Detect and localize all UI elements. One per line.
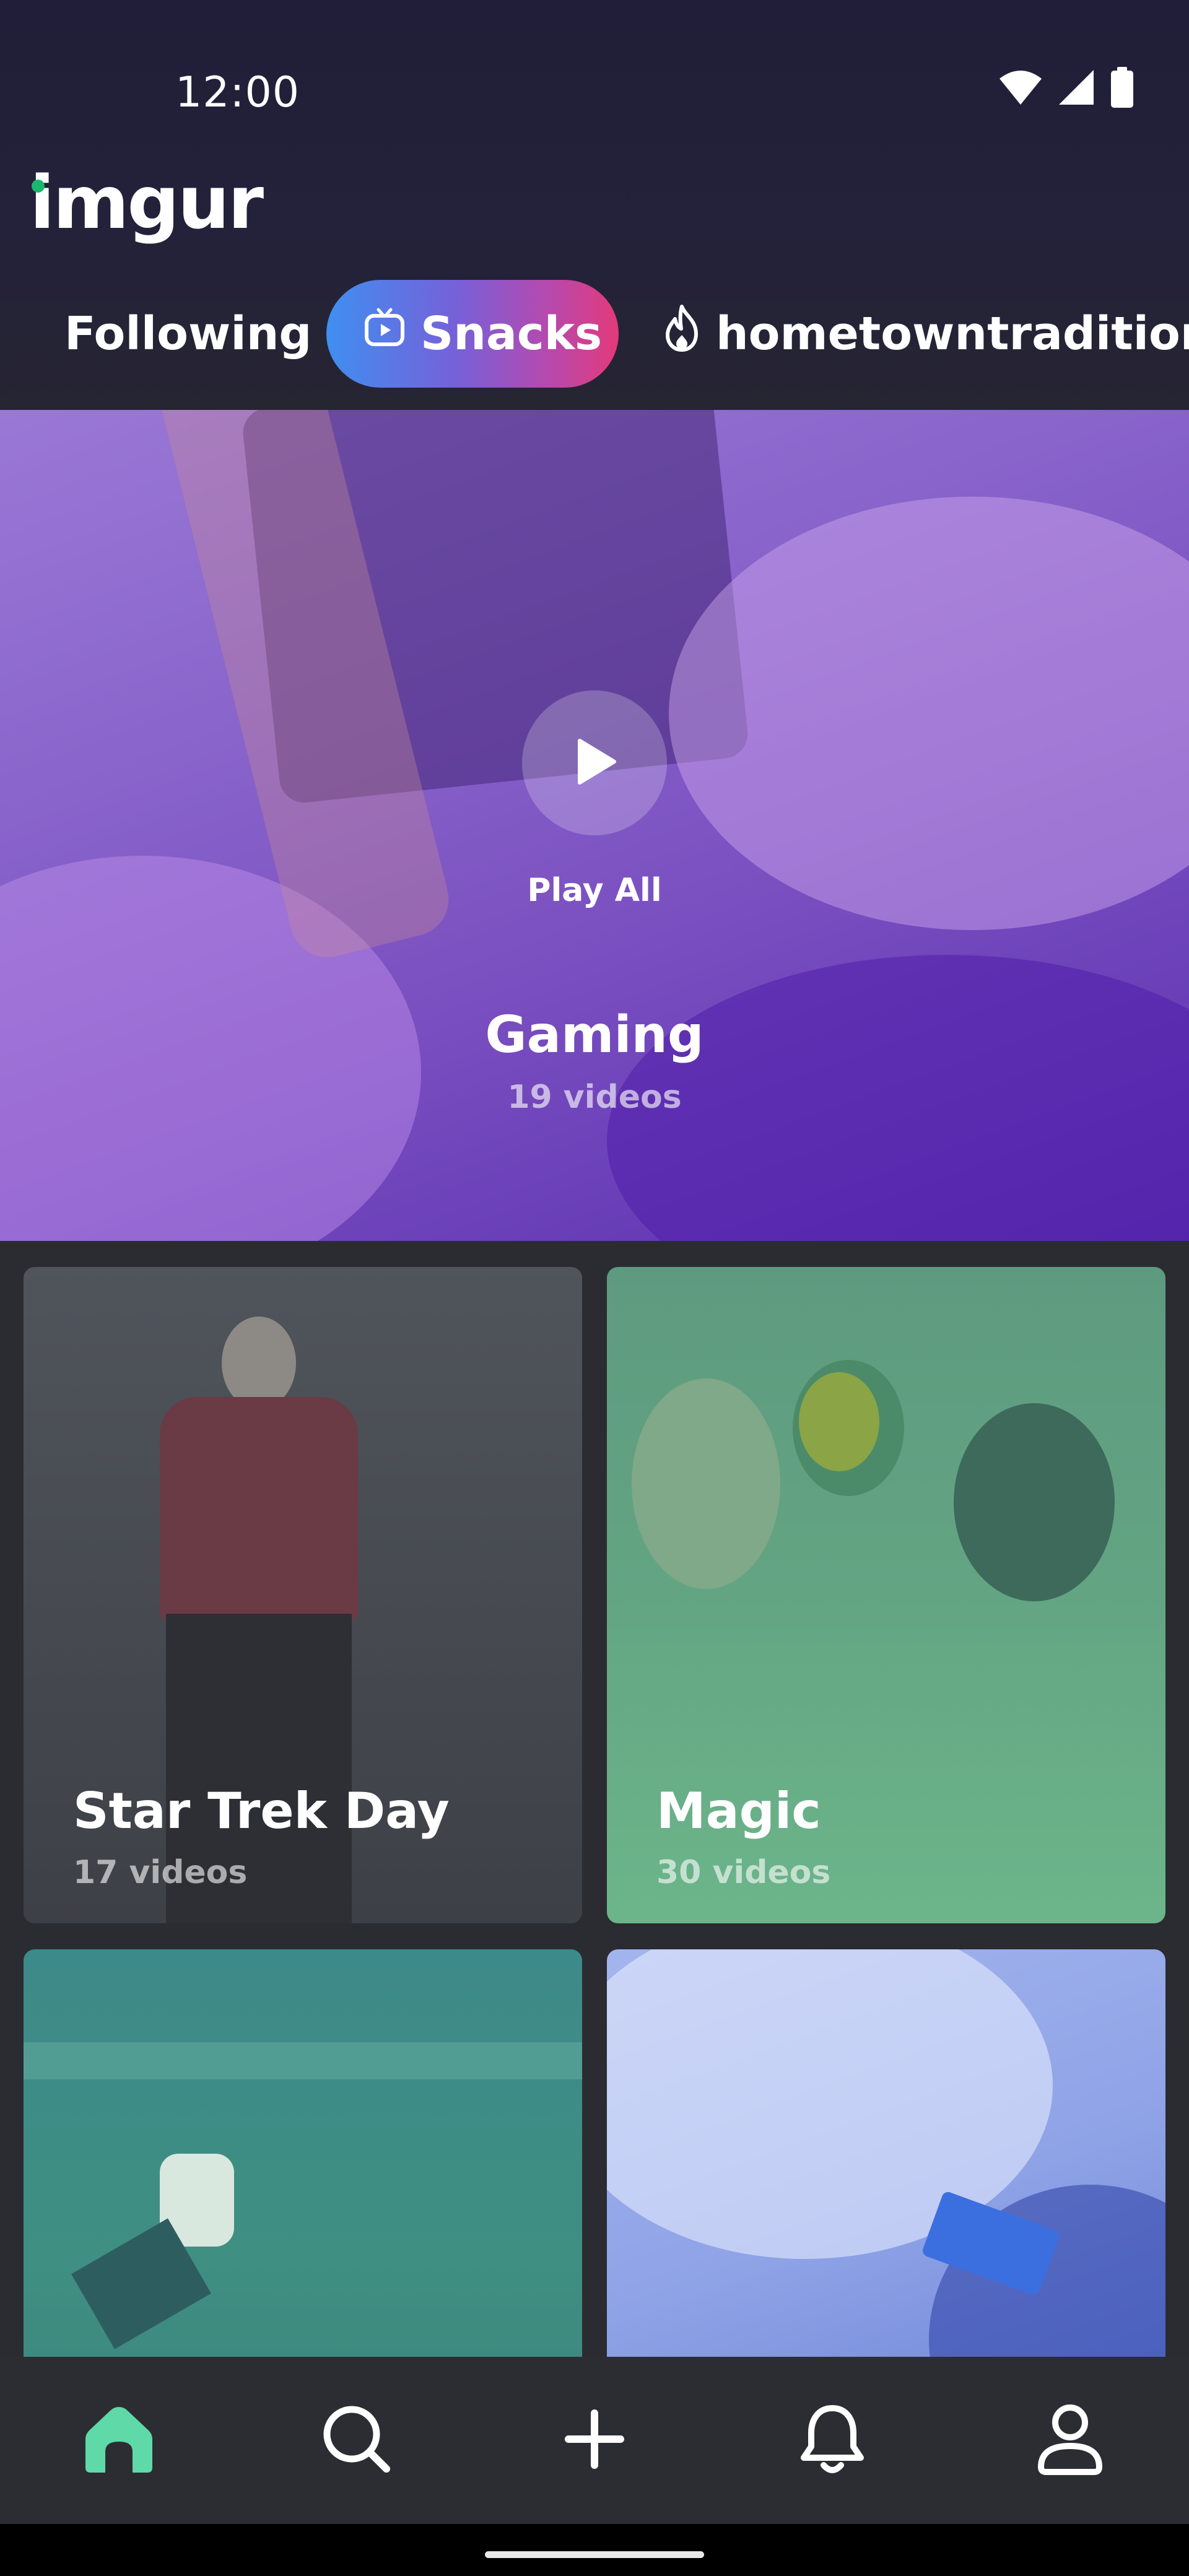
home-icon	[82, 2403, 156, 2478]
tab-snacks[interactable]: Snacks	[326, 280, 619, 388]
status-icons	[998, 67, 1135, 110]
card-thumbnail-figure	[954, 1403, 1115, 1601]
app-header: 12:00 imgur Following Snacks hometowntra…	[0, 0, 1189, 410]
bottom-navigation	[0, 2357, 1189, 2524]
signal-icon	[1058, 69, 1095, 108]
nav-notifications[interactable]	[792, 2400, 873, 2481]
logo-dot	[32, 180, 45, 193]
tab-hometowntradition[interactable]: hometowntradition	[661, 280, 1189, 388]
tab-snacks-label: Snacks	[420, 307, 603, 360]
card-title: Magic	[656, 1782, 821, 1840]
nav-profile[interactable]	[1030, 2400, 1110, 2481]
play-all-button[interactable]	[522, 690, 667, 835]
hero-thumbnail-blur	[669, 497, 1189, 930]
play-all-label: Play All	[527, 872, 662, 909]
tab-hometowntradition-label: hometowntradition	[716, 307, 1189, 360]
card-thumbnail-figure	[222, 1316, 296, 1409]
bell-icon	[796, 2401, 868, 2480]
card-thumbnail-figure	[632, 1378, 780, 1589]
featured-snack-gaming[interactable]: Play All Gaming 19 videos	[0, 410, 1189, 1241]
feed-tabs: Following Snacks hometowntradition	[0, 280, 1189, 388]
plus-icon	[564, 2408, 625, 2473]
flame-icon	[661, 304, 702, 363]
card-thumbnail-figure	[160, 1397, 358, 1620]
tab-following[interactable]: Following	[64, 280, 311, 388]
battery-icon	[1110, 67, 1135, 110]
user-icon	[1036, 2403, 1104, 2478]
system-gesture-bar	[0, 2524, 1189, 2576]
snack-card-star-trek-day[interactable]: Star Trek Day 17 videos	[24, 1267, 582, 1923]
nav-search[interactable]	[316, 2400, 397, 2481]
card-title: Star Trek Day	[73, 1782, 450, 1840]
play-icon	[570, 737, 619, 789]
status-time: 12:00	[175, 68, 300, 117]
nav-home[interactable]	[79, 2400, 159, 2481]
tab-following-label: Following	[64, 307, 312, 360]
hero-video-count: 19 videos	[507, 1079, 682, 1116]
hero-title: Gaming	[485, 1006, 704, 1064]
card-video-count: 30 videos	[656, 1854, 831, 1891]
tv-icon	[362, 306, 407, 362]
nav-create[interactable]	[554, 2400, 635, 2481]
home-gesture-handle[interactable]	[485, 2551, 704, 2558]
search-icon	[321, 2403, 393, 2478]
wifi-icon	[998, 69, 1043, 108]
card-video-count: 17 videos	[73, 1854, 248, 1891]
card-thumbnail-figure	[24, 2042, 582, 2079]
card-thumbnail-figure	[799, 1372, 879, 1471]
imgur-logo[interactable]: imgur	[30, 166, 264, 239]
snack-card-magic[interactable]: Magic 30 videos	[607, 1267, 1165, 1923]
